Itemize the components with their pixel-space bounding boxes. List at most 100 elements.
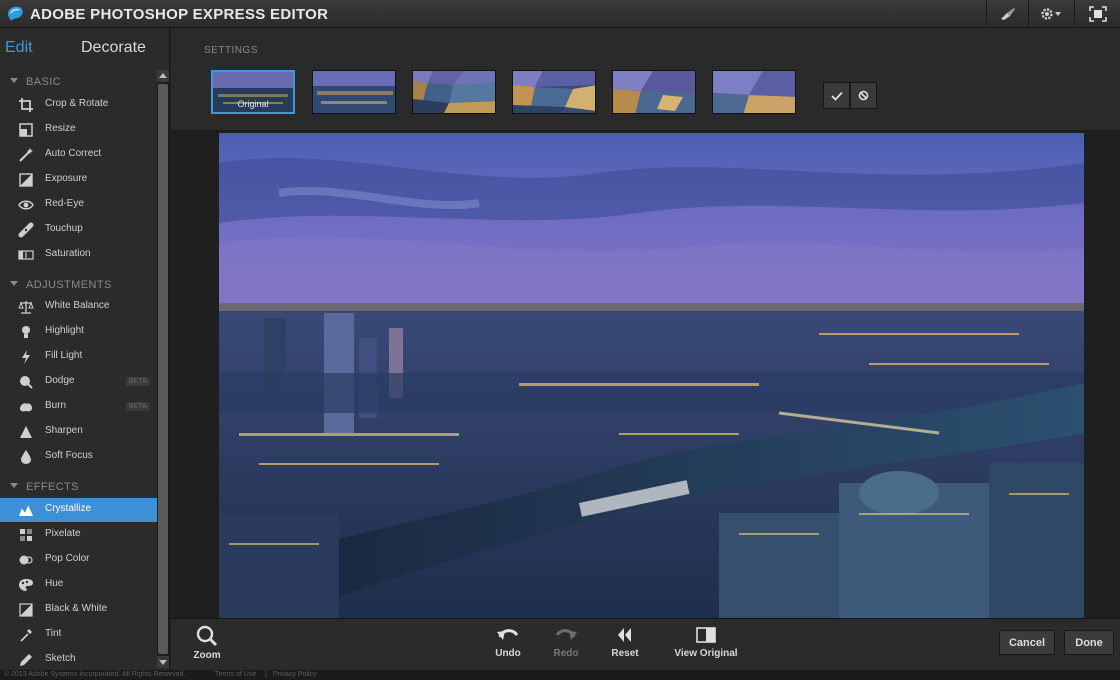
crop-icon: [19, 98, 33, 112]
tool-auto-correct[interactable]: Auto Correct: [0, 143, 157, 167]
beta-badge: BETA: [126, 377, 150, 386]
tool-saturation[interactable]: Saturation: [0, 243, 157, 267]
redo-icon: [555, 629, 577, 640]
triangle-icon: [20, 426, 32, 438]
tools-sidebar: Edit Decorate BASIC Crop & Rotate Resize…: [0, 28, 170, 670]
apply-button[interactable]: [823, 82, 850, 109]
tool-soft-focus[interactable]: Soft Focus: [0, 445, 157, 469]
tool-label: Auto Correct: [45, 148, 102, 159]
tool-burn[interactable]: Burn BETA: [0, 395, 157, 419]
balance-scale-icon: [18, 301, 34, 314]
tool-crop-rotate[interactable]: Crop & Rotate: [0, 93, 157, 117]
redo-button[interactable]: Redo: [549, 625, 583, 665]
tool-pop-color[interactable]: Pop Color: [0, 548, 157, 572]
footer: © 2013 Adobe Systems Incorporated. All R…: [0, 670, 1120, 680]
compare-icon: [696, 627, 716, 643]
privacy-link[interactable]: Privacy Policy: [273, 671, 317, 678]
zoom-label: Zoom: [193, 650, 221, 661]
scroll-down-button[interactable]: [157, 656, 169, 668]
saturation-icon: [18, 250, 34, 260]
section-adjustments[interactable]: ADJUSTMENTS: [0, 277, 157, 297]
reset-button[interactable]: Reset: [608, 625, 642, 665]
undo-label: Undo: [495, 648, 521, 659]
terms-link[interactable]: Terms of Use: [215, 671, 256, 678]
cancel-circle-icon: [858, 90, 869, 101]
tool-hue[interactable]: Hue: [0, 573, 157, 597]
preset-crystallize-5[interactable]: [712, 70, 796, 114]
settings-menu-button[interactable]: [1028, 0, 1074, 28]
done-button[interactable]: Done: [1064, 630, 1114, 655]
photoshop-express-editor: ADOBE PHOTOSHOP EXPRESS EDITOR Edit Deco…: [0, 0, 1120, 680]
fullscreen-button[interactable]: [1074, 0, 1120, 28]
settings-label: SETTINGS: [204, 45, 259, 56]
edited-photo[interactable]: [219, 133, 1084, 618]
tool-exposure[interactable]: Exposure: [0, 168, 157, 192]
tool-tint[interactable]: Tint: [0, 623, 157, 647]
section-effects[interactable]: EFFECTS: [0, 479, 157, 499]
preset-thumbnail: [413, 71, 495, 113]
preset-crystallize-3[interactable]: [512, 70, 596, 114]
city-night-photo: [219, 133, 1084, 618]
tool-red-eye[interactable]: Red-Eye: [0, 193, 157, 217]
preset-crystallize-1[interactable]: [312, 70, 396, 114]
undo-button[interactable]: Undo: [491, 625, 525, 665]
copyright-text: © 2013 Adobe Systems Incorporated. All R…: [4, 671, 186, 678]
preset-original[interactable]: Original: [211, 70, 295, 114]
brush-icon: [1000, 8, 1015, 20]
tool-label: Exposure: [45, 173, 88, 184]
tool-label: Pixelate: [45, 528, 81, 539]
section-basic[interactable]: BASIC: [0, 74, 157, 94]
pop-color-icon: [19, 555, 33, 565]
burn-icon: [20, 403, 32, 412]
tool-label: Hue: [45, 578, 64, 589]
cancel-effect-button[interactable]: [850, 82, 877, 109]
eye-icon: [18, 200, 34, 210]
view-original-label: View Original: [674, 648, 738, 659]
tool-dodge[interactable]: Dodge BETA: [0, 370, 157, 394]
tab-edit[interactable]: Edit: [5, 39, 33, 57]
tool-label: Pop Color: [45, 553, 90, 564]
tool-highlight[interactable]: Highlight: [0, 320, 157, 344]
footer-separator: |: [265, 671, 267, 678]
cancel-button[interactable]: Cancel: [999, 630, 1055, 655]
preset-crystallize-2[interactable]: [412, 70, 496, 114]
tool-label: Burn: [45, 400, 67, 411]
view-original-button[interactable]: View Original: [671, 625, 741, 665]
tool-resize[interactable]: Resize: [0, 118, 157, 142]
redo-label: Redo: [553, 648, 579, 659]
palette-icon: [19, 579, 33, 591]
tool-sketch[interactable]: Sketch: [0, 648, 157, 670]
brush-menu-button[interactable]: [986, 0, 1028, 28]
checkmark-icon: [830, 91, 843, 101]
black-white-icon: [19, 603, 33, 617]
scroll-up-button[interactable]: [157, 70, 169, 82]
tool-touchup[interactable]: Touchup: [0, 218, 157, 242]
preset-crystallize-4[interactable]: [612, 70, 696, 114]
tool-label: Sharpen: [45, 425, 83, 436]
tool-black-white[interactable]: Black & White: [0, 598, 157, 622]
lightning-icon: [22, 350, 30, 364]
collapse-arrow-icon: [10, 78, 18, 83]
tool-crystallize[interactable]: Crystallize: [0, 498, 157, 522]
tool-white-balance[interactable]: White Balance: [0, 295, 157, 319]
tool-sharpen[interactable]: Sharpen: [0, 420, 157, 444]
section-label: EFFECTS: [26, 481, 79, 493]
arrow-up-icon: [159, 73, 167, 78]
zoom-button[interactable]: Zoom: [191, 625, 223, 665]
tool-label: Highlight: [45, 325, 84, 336]
tab-decorate[interactable]: Decorate: [81, 39, 146, 57]
crystallize-icon: [19, 504, 33, 516]
section-label: BASIC: [26, 76, 62, 88]
sidebar-scrollbar[interactable]: [157, 70, 169, 668]
beta-badge: BETA: [126, 402, 150, 411]
lightbulb-icon: [22, 326, 30, 338]
magnifier-icon: [196, 625, 218, 647]
collapse-arrow-icon: [10, 483, 18, 488]
scroll-thumb[interactable]: [158, 84, 168, 654]
droplet-icon: [21, 450, 31, 464]
tool-fill-light[interactable]: Fill Light: [0, 345, 157, 369]
app-title: ADOBE PHOTOSHOP EXPRESS EDITOR: [30, 6, 329, 23]
preset-thumbnail: [313, 71, 395, 113]
undo-icon: [497, 629, 519, 640]
tool-pixelate[interactable]: Pixelate: [0, 523, 157, 547]
